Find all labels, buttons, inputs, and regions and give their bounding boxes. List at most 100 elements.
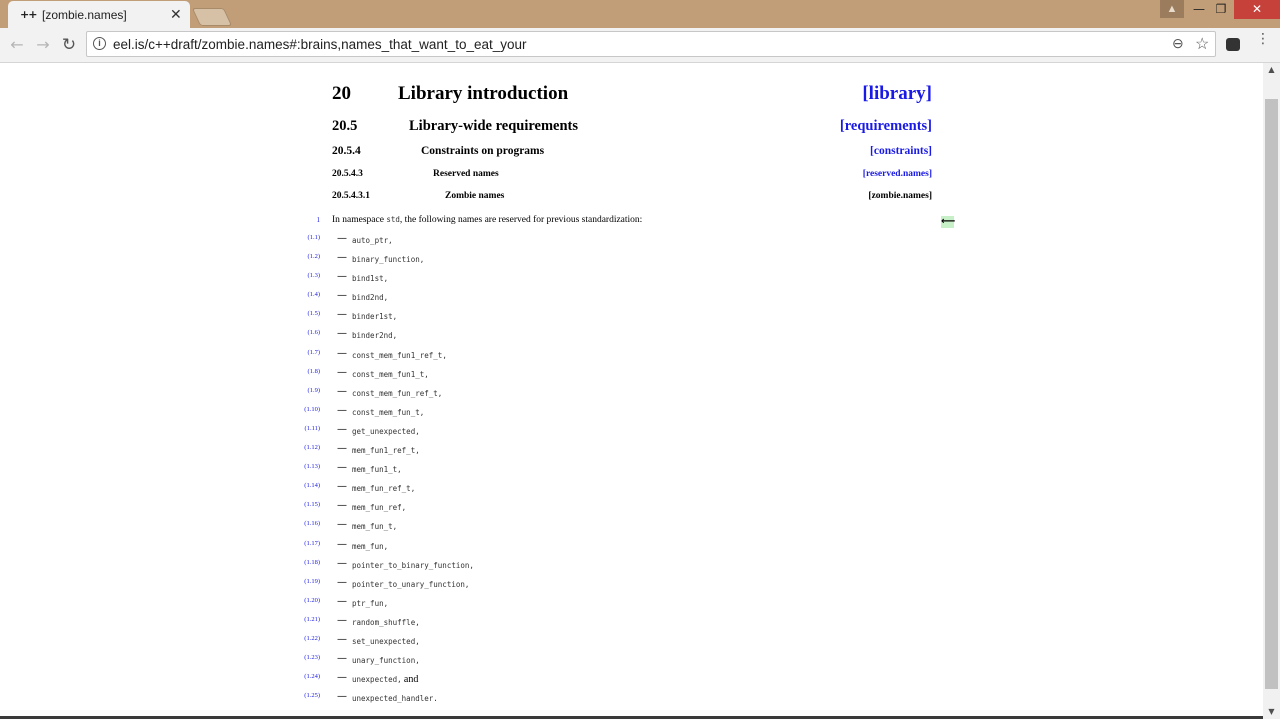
item-number-link[interactable]: (1.12) [296, 444, 320, 451]
item-number-link[interactable]: (1.17) [296, 540, 320, 547]
item-value: random_shuffle, [352, 617, 420, 627]
vertical-scrollbar[interactable]: ▲ ▼ [1263, 63, 1280, 719]
em-dash: — [337, 557, 347, 569]
item-value: mem_fun1_ref_t, [352, 445, 420, 455]
item-suffix: , [415, 426, 420, 436]
section-ref: [zombie.names] [868, 191, 932, 201]
item-number-link[interactable]: (1.18) [296, 559, 320, 566]
address-bar[interactable]: i eel.is/c++draft/zombie.names#:brains,n… [86, 31, 1216, 57]
browser-tab[interactable]: ++ [zombie.names] ✕ [8, 1, 190, 28]
reserved-name: unexpected_handler [352, 694, 434, 704]
paragraph-number-link[interactable]: 1 [300, 216, 321, 224]
item-suffix: , [401, 503, 407, 513]
item-value: unexpected_handler. [352, 693, 438, 703]
section-number: 20.5.4.3 [332, 169, 363, 179]
list-item: (1.8) — const_mem_fun1_t, [0, 367, 1000, 386]
forward-button[interactable]: → [32, 34, 54, 56]
list-item: (1.20) — ptr_fun, [0, 596, 1000, 615]
zoom-icon[interactable]: ⊖ [1172, 35, 1184, 52]
item-number-link[interactable]: (1.4) [296, 291, 320, 298]
section-ref-link[interactable]: [constraints] [870, 145, 932, 157]
item-number-link[interactable]: (1.22) [296, 635, 320, 642]
item-value: get_unexpected, [352, 426, 420, 436]
list-item: (1.13) — mem_fun1_t, [0, 462, 1000, 481]
item-suffix: . [433, 694, 438, 704]
item-number-link[interactable]: (1.20) [296, 597, 320, 604]
profile-icon[interactable]: ▲ [1160, 0, 1184, 18]
section-ref-link[interactable]: [library] [862, 83, 932, 105]
list-item: (1.24) — unexpected, and [0, 672, 1000, 691]
item-number-link[interactable]: (1.15) [296, 501, 320, 508]
item-number-link[interactable]: (1.14) [296, 482, 320, 489]
em-dash: — [337, 595, 347, 607]
item-number-link[interactable]: (1.11) [296, 425, 320, 432]
restore-button[interactable]: ❐ [1206, 0, 1236, 19]
close-window-button[interactable]: ✕ [1234, 0, 1280, 19]
cpp-favicon-icon: ++ [20, 8, 37, 21]
new-tab-button[interactable] [191, 8, 233, 26]
reserved-names-list: (1.1) — auto_ptr, (1.2) — binary_function, (1.… [0, 233, 1000, 710]
tab-title: [zombie.names] [42, 8, 127, 22]
list-item: (1.12) — mem_fun1_ref_t, [0, 443, 1000, 462]
reserved-name: bind2nd [352, 293, 384, 303]
item-number-link[interactable]: (1.21) [296, 616, 320, 623]
item-suffix: , [392, 522, 398, 532]
em-dash: — [337, 576, 347, 588]
scroll-thumb[interactable] [1265, 99, 1278, 689]
item-number-link[interactable]: (1.19) [296, 578, 320, 585]
item-number-link[interactable]: (1.3) [296, 272, 320, 279]
bookmark-star-icon[interactable]: ☆ [1195, 34, 1209, 54]
em-dash: — [337, 423, 347, 435]
item-suffix: , [392, 312, 398, 322]
url-text[interactable]: eel.is/c++draft/zombie.names#:brains,nam… [113, 37, 527, 52]
reserved-name: mem_fun1_t [352, 465, 398, 475]
list-item: (1.11) — get_unexpected, [0, 424, 1000, 443]
item-value: auto_ptr, [352, 235, 393, 245]
menu-icon[interactable]: ⋮ [1256, 32, 1270, 46]
back-arrow-icon[interactable]: ⟵ [941, 216, 955, 228]
list-item: (1.10) — const_mem_fun_t, [0, 405, 1000, 424]
item-number-link[interactable]: (1.16) [296, 520, 320, 527]
item-number-link[interactable]: (1.24) [296, 673, 320, 680]
item-number-link[interactable]: (1.5) [296, 310, 320, 317]
list-item: (1.15) — mem_fun_ref, [0, 500, 1000, 519]
em-dash: — [337, 233, 347, 244]
item-number-link[interactable]: (1.23) [296, 654, 320, 661]
scroll-up-arrow-icon[interactable]: ▲ [1263, 63, 1280, 77]
item-number-link[interactable]: (1.2) [296, 253, 320, 260]
item-number-link[interactable]: (1.1) [296, 234, 320, 241]
item-number-link[interactable]: (1.8) [296, 368, 320, 375]
extension-icon[interactable] [1226, 38, 1240, 51]
item-number-link[interactable]: (1.6) [296, 329, 320, 336]
item-suffix: , [397, 465, 402, 475]
namespace-code: std [386, 215, 400, 224]
reload-button[interactable]: ↻ [58, 34, 80, 56]
item-value: unexpected, and [352, 674, 418, 685]
item-number-link[interactable]: (1.25) [296, 692, 320, 699]
list-item: (1.25) — unexpected_handler. [0, 691, 1000, 710]
section-ref-link[interactable]: [reserved.names] [863, 169, 932, 179]
section-ref-link[interactable]: [requirements] [840, 118, 932, 135]
back-button[interactable]: ← [6, 34, 28, 56]
item-value: pointer_to_unary_function, [352, 579, 469, 589]
reserved-name: pointer_to_unary_function [352, 579, 465, 589]
em-dash: — [337, 633, 347, 645]
list-item: (1.17) — mem_fun, [0, 539, 1000, 558]
list-item: (1.2) — binary_function, [0, 252, 1000, 271]
item-suffix: , [419, 407, 425, 417]
item-number-link[interactable]: (1.10) [296, 406, 320, 413]
item-suffix: , [388, 236, 393, 245]
tab-close-icon[interactable]: ✕ [170, 6, 182, 23]
item-value: mem_fun_ref_t, [352, 483, 415, 493]
info-icon[interactable]: i [93, 37, 106, 50]
item-number-link[interactable]: (1.9) [296, 387, 320, 394]
item-number-link[interactable]: (1.13) [296, 463, 320, 470]
item-value: binder1st, [352, 311, 397, 321]
item-number-link[interactable]: (1.7) [296, 349, 320, 356]
title-bar: ++ [zombie.names] ✕ ▲ — ❐ ✕ [0, 0, 1280, 28]
item-value: bind2nd, [352, 292, 388, 302]
scroll-down-arrow-icon[interactable]: ▼ [1263, 705, 1280, 719]
item-suffix: , [383, 541, 389, 551]
item-suffix: , [383, 293, 389, 303]
paragraph-text: In namespace std, the following names ar… [332, 215, 642, 225]
